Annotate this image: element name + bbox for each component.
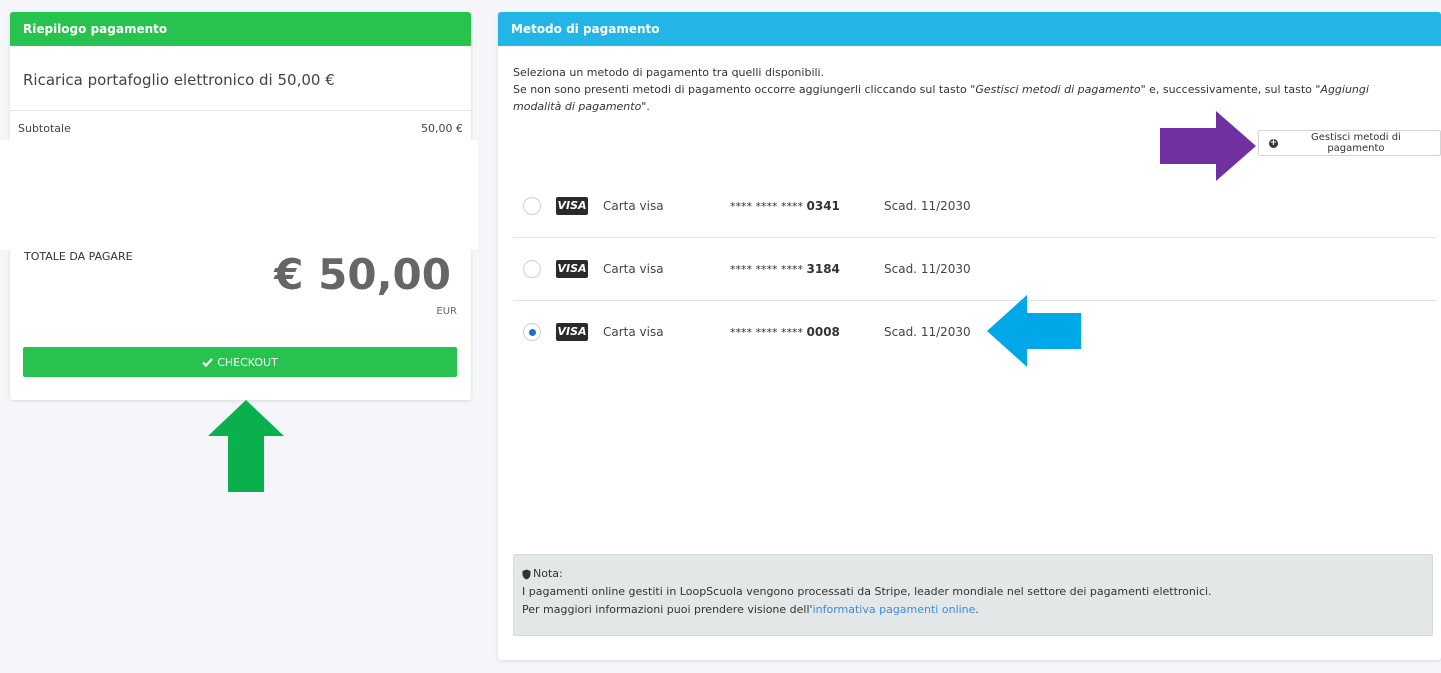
note-line2-suffix: .: [975, 603, 979, 616]
card-mask: **** **** ****: [730, 263, 803, 276]
note-line2: Per maggiori informazioni puoi prendere …: [522, 601, 1424, 619]
visa-logo-icon: VISA: [556, 197, 588, 215]
plus-circle-icon: +: [1269, 137, 1278, 148]
checkout-label: CHECKOUT: [217, 355, 278, 369]
note-line2-prefix: Per maggiori informazioni puoi prendere …: [522, 603, 813, 616]
payment-method-row[interactable]: VISA Carta visa **** **** **** 3184 Scad…: [513, 238, 1437, 301]
intro-line1: Seleziona un metodo di pagamento tra que…: [513, 66, 825, 79]
privacy-policy-link[interactable]: informativa pagamenti online: [813, 603, 976, 616]
subtotal-label: Subtotale: [18, 122, 71, 135]
payment-methods-card: Metodo di pagamento Seleziona un metodo …: [498, 12, 1441, 660]
subtotal-row: Subtotale 50,00 €: [10, 122, 469, 135]
summary-title: Ricarica portafoglio elettronico di 50,0…: [10, 46, 471, 111]
total-label: TOTALE DA PAGARE: [24, 250, 133, 263]
card-name: Carta visa: [603, 262, 664, 276]
total-amount: € 50,00: [274, 250, 451, 299]
green-up-arrow-icon: [208, 400, 284, 492]
shield-icon: [522, 569, 531, 579]
subtotal-value: 50,00 €: [421, 122, 463, 135]
note-line1: I pagamenti online gestiti in LoopScuola…: [522, 585, 1212, 598]
note-box: Nota: I pagamenti online gestiti in Loop…: [513, 554, 1433, 636]
card-number: **** **** **** 0008: [730, 325, 884, 339]
intro-line2: Se non sono presenti metodi di pagamento…: [513, 81, 1413, 115]
manage-label: Gestisci metodi di pagamento: [1311, 132, 1401, 154]
redaction-box: [0, 140, 478, 250]
note-title-text: Nota:: [533, 567, 563, 580]
payment-method-radio[interactable]: [523, 260, 541, 278]
card-mask: **** **** ****: [730, 200, 803, 213]
card-expiry: Scad. 11/2030: [884, 199, 971, 213]
card-last4: 0008: [806, 325, 840, 339]
purple-right-arrow-icon: [1160, 111, 1256, 181]
payment-method-radio[interactable]: [523, 197, 541, 215]
payment-method-radio-selected[interactable]: [523, 323, 541, 341]
card-name: Carta visa: [603, 325, 664, 339]
methods-intro: Seleziona un metodo di pagamento tra que…: [513, 64, 1413, 115]
intro-text-b: "Gestisci metodi di pagamento": [970, 83, 1146, 96]
intro-text-e: .: [646, 100, 650, 113]
payment-summary-card: Riepilogo pagamento Ricarica portafoglio…: [0, 12, 478, 400]
payment-method-row[interactable]: VISA Carta visa **** **** **** 0008 Scad…: [513, 301, 1437, 363]
intro-text-a: Se non sono presenti metodi di pagamento…: [513, 83, 971, 96]
payment-method-row[interactable]: VISA Carta visa **** **** **** 0341 Scad…: [513, 175, 1437, 238]
currency-label: EUR: [436, 306, 457, 317]
checkout-button[interactable]: CHECKOUT: [23, 347, 457, 377]
card-mask: **** **** ****: [730, 326, 803, 339]
note-title: Nota:: [522, 565, 1424, 583]
card-number: **** **** **** 0341: [730, 199, 884, 213]
visa-logo-icon: VISA: [556, 260, 588, 278]
card-last4: 0341: [806, 199, 840, 213]
card-name: Carta visa: [603, 199, 664, 213]
card-expiry: Scad. 11/2030: [884, 262, 971, 276]
card-number: **** **** **** 3184: [730, 262, 884, 276]
intro-text-c: e, successivamente, sul tasto: [1145, 83, 1316, 96]
check-icon: [202, 357, 213, 367]
card-expiry: Scad. 11/2030: [884, 325, 971, 339]
visa-logo-icon: VISA: [556, 323, 588, 341]
blue-left-arrow-icon: [987, 295, 1081, 367]
methods-header: Metodo di pagamento: [498, 12, 1441, 46]
summary-header: Riepilogo pagamento: [10, 12, 471, 46]
card-last4: 3184: [806, 262, 840, 276]
manage-payment-methods-button[interactable]: + Gestisci metodi di pagamento: [1258, 130, 1441, 156]
